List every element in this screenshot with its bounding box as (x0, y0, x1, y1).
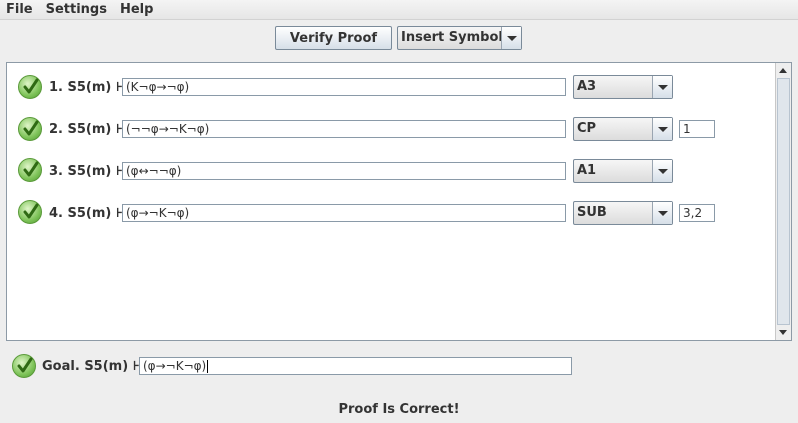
status-message: Proof Is Correct! (338, 402, 460, 417)
step-4-refs-field[interactable]: 3,2 (679, 204, 715, 222)
step-2-rule-select[interactable]: CP (573, 117, 673, 141)
step-3-rule-select[interactable]: A1 (573, 159, 673, 183)
menu-settings[interactable]: Settings (46, 2, 107, 17)
chevron-down-icon[interactable] (501, 27, 521, 49)
check-icon (12, 354, 36, 378)
step-2-refs-field[interactable]: 1 (679, 120, 715, 138)
scroll-thumb[interactable] (777, 78, 790, 325)
step-4-formula-field[interactable]: (φ→¬K¬φ) (122, 204, 566, 222)
chevron-down-icon[interactable] (652, 76, 672, 98)
step-4-rule-value: SUB (577, 205, 607, 220)
goal-label: Goal. S5(m) ⊦ (42, 359, 140, 374)
step-1-rule-select[interactable]: A3 (573, 75, 673, 99)
scroll-down-icon[interactable] (776, 326, 791, 340)
step-1-formula-field[interactable]: (K¬φ→¬φ) (122, 78, 566, 96)
step-2-formula-field[interactable]: (¬¬φ→¬K¬φ) (122, 120, 566, 138)
check-icon (18, 200, 42, 224)
insert-symbol-dropdown[interactable]: Insert Symbol (397, 26, 522, 50)
check-icon (18, 75, 42, 99)
chevron-down-icon[interactable] (652, 118, 672, 140)
step-4-rule-select[interactable]: SUB (573, 201, 673, 225)
verify-proof-button[interactable]: Verify Proof (275, 26, 392, 50)
step-2-rule-value: CP (577, 121, 597, 136)
menu-help[interactable]: Help (120, 2, 153, 17)
step-3-rule-value: A1 (577, 163, 597, 178)
step-4-label: 4. S5(m) ⊦ (49, 206, 123, 221)
step-3-label: 3. S5(m) ⊦ (49, 164, 123, 179)
step-1-rule-value: A3 (577, 79, 597, 94)
check-icon (18, 117, 42, 141)
insert-symbol-label: Insert Symbol (401, 30, 503, 45)
proof-panel (6, 62, 792, 341)
chevron-down-icon[interactable] (652, 202, 672, 224)
step-2-label: 2. S5(m) ⊦ (49, 122, 123, 137)
goal-formula-field[interactable]: (φ→¬K¬φ) (139, 357, 572, 375)
menu-file[interactable]: File (6, 2, 33, 17)
menu-bar: File Settings Help (0, 0, 798, 20)
step-3-formula-field[interactable]: (φ↔¬¬φ) (122, 162, 566, 180)
scroll-up-icon[interactable] (776, 63, 791, 77)
vertical-scrollbar[interactable] (775, 63, 791, 340)
check-icon (18, 158, 42, 182)
chevron-down-icon[interactable] (652, 160, 672, 182)
step-1-label: 1. S5(m) ⊦ (49, 80, 123, 95)
